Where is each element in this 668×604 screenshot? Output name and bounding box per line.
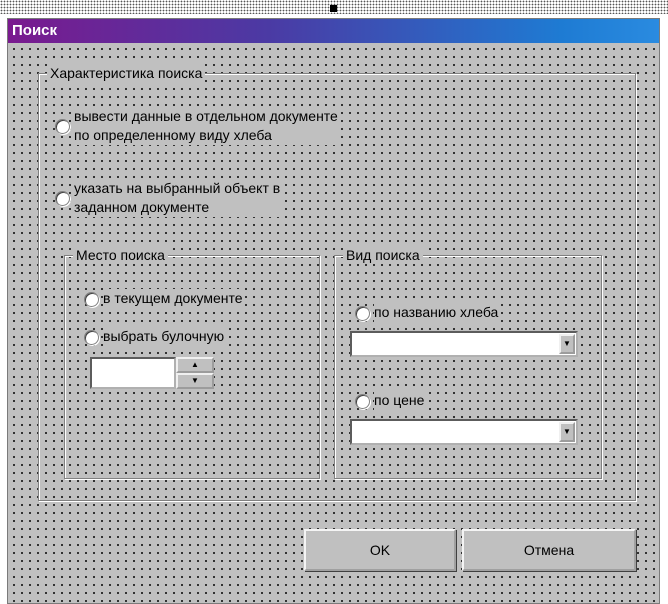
option-document-radio[interactable]: вывести данные в отдельном документе по … [55, 107, 338, 145]
option-document-label: вывести данные в отдельном документе по … [74, 107, 338, 145]
combo-dropdown-button[interactable]: ▼ [559, 334, 575, 354]
option-price-radio[interactable]: по цене [355, 391, 425, 410]
radio-circle[interactable] [355, 306, 370, 321]
radio-circle[interactable] [55, 119, 70, 134]
radio-circle[interactable] [84, 330, 99, 345]
option-object-radio[interactable]: указать на выбранный объект в заданном д… [55, 179, 281, 217]
triangle-down-icon: ▼ [191, 376, 199, 385]
option-price-label: по цене [374, 391, 425, 410]
search-type-label: Вид поиска [343, 246, 423, 264]
search-place-label: Место поиска [73, 246, 168, 264]
bread-name-combo[interactable]: ▼ [350, 331, 578, 357]
option-object-label: указать на выбранный объект в заданном д… [74, 179, 281, 217]
triangle-up-icon: ▲ [191, 360, 199, 369]
option-current-radio[interactable]: в текущем документе [84, 289, 243, 308]
price-combo[interactable]: ▼ [350, 419, 578, 445]
chevron-down-icon: ▼ [563, 339, 571, 348]
option-name-label: по названию хлеба [374, 303, 499, 322]
radio-circle[interactable] [55, 191, 70, 206]
option-current-label: в текущем документе [103, 289, 243, 308]
dialog-client: Характеристика поиска вывести данные в о… [8, 43, 659, 603]
chevron-down-icon: ▼ [563, 427, 571, 436]
ok-button[interactable]: OK [304, 529, 456, 571]
option-bakery-label: выбрать булочную [103, 327, 225, 346]
option-name-radio[interactable]: по названию хлеба [355, 303, 499, 322]
ok-button-label: OK [369, 542, 391, 558]
spin-down-button[interactable]: ▼ [176, 373, 214, 389]
search-characteristic-label: Характеристика поиска [47, 64, 206, 82]
resize-handle[interactable] [330, 5, 337, 12]
search-type-group: Вид поиска [334, 246, 602, 479]
cancel-button[interactable]: Отмена [462, 529, 636, 571]
title-bar[interactable]: Поиск [8, 19, 659, 43]
radio-circle[interactable] [355, 394, 370, 409]
option-bakery-radio[interactable]: выбрать булочную [84, 327, 225, 346]
window-title: Поиск [12, 22, 58, 39]
spin-up-button[interactable]: ▲ [176, 357, 214, 373]
bakery-spinner-input[interactable] [90, 357, 176, 389]
cancel-button-label: Отмена [523, 542, 575, 558]
radio-circle[interactable] [84, 292, 99, 307]
combo-dropdown-button[interactable]: ▼ [559, 422, 575, 442]
